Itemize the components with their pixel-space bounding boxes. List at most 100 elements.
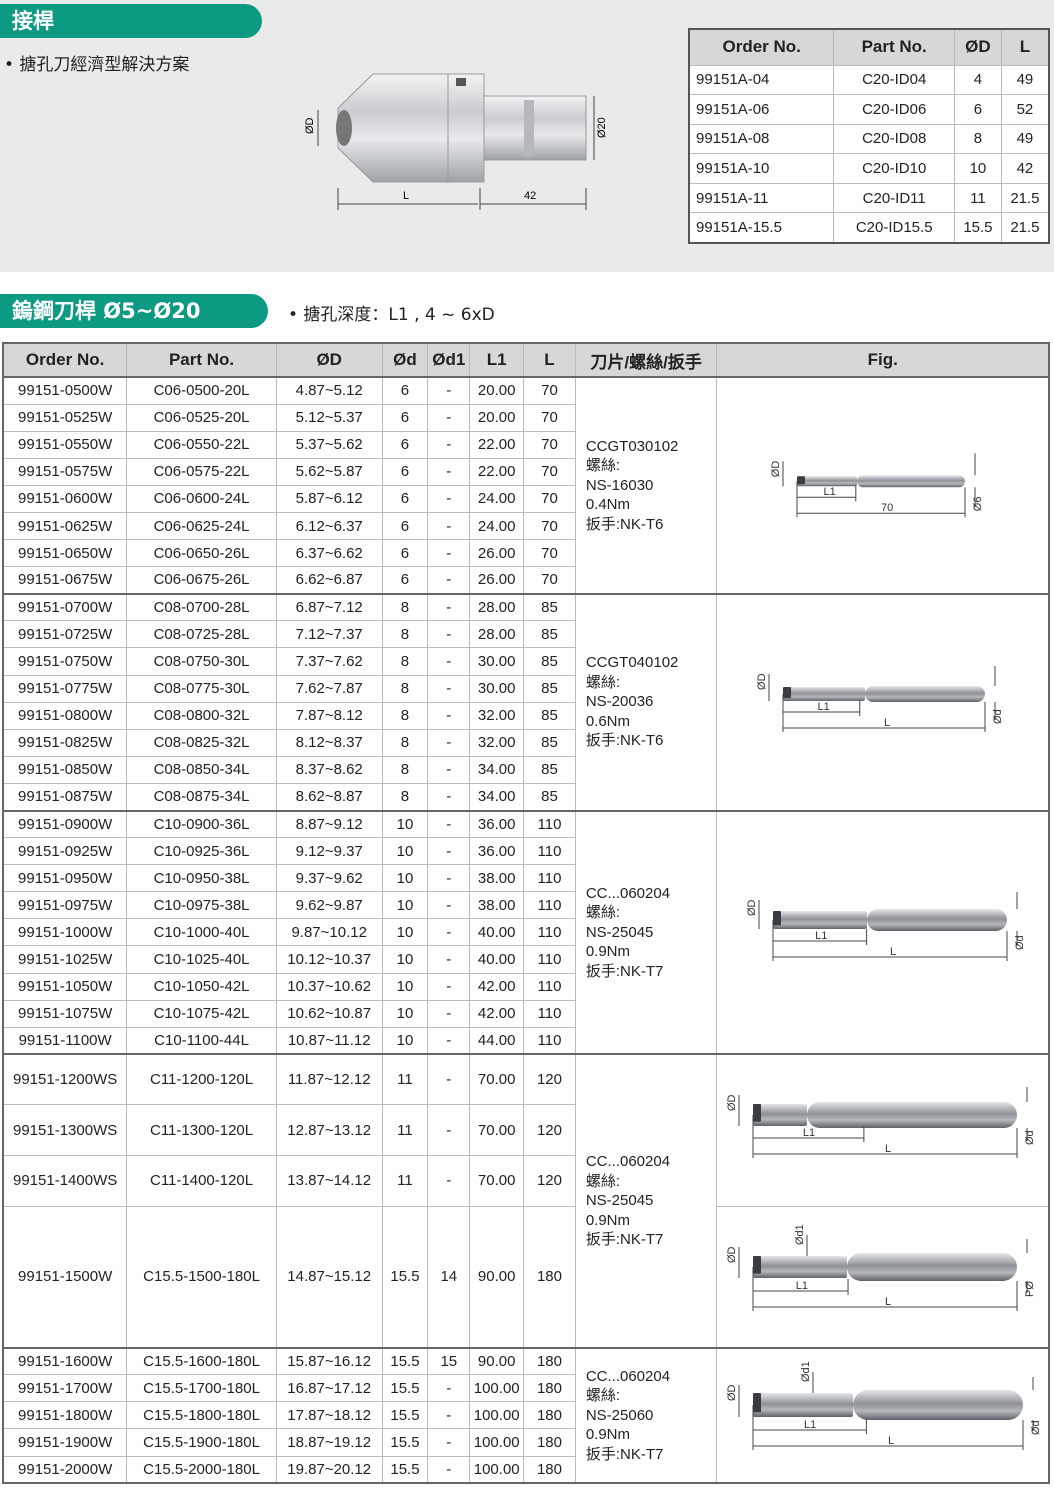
info-line: 扳手:NK-T7 [585,1445,664,1463]
table-cell: 10 [381,918,429,947]
table-cell: 14.87~15.12 [275,1205,383,1349]
table-cell: 28.00 [469,620,525,649]
table-cell: 99151-1700W [2,1374,128,1403]
table-cell: 8 [953,123,1002,155]
table-cell: C08-0725-28L [126,620,277,649]
table-cell: 52 [1000,94,1050,125]
section-title-boring-bar: 鎢鋼刀桿 Ø5~Ø20 [0,294,268,328]
table-row: 99151A-04 C20-ID04 4 49 [688,64,1050,96]
table-row: 99151-1600W C15.5-1600-180L 15.87~16.12 15.… [2,1346,1050,1484]
table-cell: 9.37~9.62 [275,864,383,893]
table-cell: 32.00 [469,701,525,730]
spec-header-cell: L [523,342,576,378]
table-cell: - [427,674,471,703]
table-cell: 18.87~19.12 [275,1428,383,1457]
table-cell: 15 [427,1346,471,1376]
info-line: CC...060204 [585,1153,671,1171]
insert-screw-wrench-info: CC...060204 螺絲: NS-25060 0.9Nm 扳手:NK-T7 [574,1346,718,1484]
table-cell: 70 [523,484,576,513]
boring-bar-drawing: ØD Ød L1 L [726,1087,1036,1159]
table-cell: C08-0875-34L [126,782,277,812]
table-cell: 11 [381,1104,429,1157]
info-line: 扳手:NK-T7 [585,962,664,980]
table-cell: C08-0750-30L [126,647,277,676]
table-cell: 14 [427,1205,471,1349]
table-cell: 99151-0675W [2,566,128,595]
table-cell: - [427,1053,471,1106]
table-cell: 85 [523,755,576,784]
table-cell: 21.5 [1000,212,1050,244]
table-cell: - [427,1026,471,1055]
table-cell: - [427,945,471,974]
boring-bar-drawing: ØD Ød L1 L Ød1 [726,1361,1042,1450]
table-cell: 99151A-06 [688,94,835,125]
boring-bar-drawing: ØD PØ L1 L Ød1 [726,1224,1036,1311]
table-cell: 12.87~13.12 [275,1104,383,1157]
table-cell: 9.62~9.87 [275,891,383,920]
table-cell: 99151-0750W [2,647,128,676]
table-cell: 5.37~5.62 [275,430,383,459]
table-cell: - [427,755,471,784]
section-title-adapter: 接桿 [0,4,262,38]
table-cell: 8.62~8.87 [275,782,383,812]
info-line: 螺絲: [585,1387,620,1405]
table-cell: 70 [523,430,576,459]
insert-screw-wrench-info: CCGT030102 螺絲: NS-16030 0.4Nm 扳手:NK-T6 [574,376,718,595]
table-cell: 5.62~5.87 [275,457,383,486]
table-cell: 99151-0775W [2,674,128,703]
table-cell: 10.12~10.37 [275,945,383,974]
table-cell: 100.00 [469,1455,525,1484]
table-row: 99151-1500W C15.5-1500-180L 14.87~15.12 15.… [2,1205,1050,1349]
table-cell: 8.87~9.12 [275,809,383,839]
table-cell: 6 [953,94,1002,125]
table-cell: 10 [381,891,429,920]
table-cell: 70 [523,375,576,405]
table-cell: - [427,1374,471,1403]
table-cell: 15.5 [381,1205,429,1349]
table-cell: 100.00 [469,1401,525,1430]
table-cell: 49 [1000,64,1050,96]
table-cell: C06-0600-24L [126,484,277,513]
table-cell: - [427,620,471,649]
dim-label-l1: L1 [816,930,828,942]
info-line: 0.9Nm [585,1211,631,1229]
table-cell: 99151-0525W [2,403,128,432]
table-cell: 24.00 [469,484,525,513]
table-cell: - [427,837,471,866]
table-cell: 110 [523,891,576,920]
table-cell: 180 [523,1428,576,1457]
table-row: 99151A-06 C20-ID06 6 52 [688,94,1050,125]
table-cell: - [427,430,471,459]
table-cell: 10 [953,153,1002,184]
table-cell: C20-ID10 [833,153,955,184]
table-cell: C20-ID15.5 [833,212,955,244]
table-cell: 8 [381,755,429,784]
dim-label-shank-diameter: PØ [1024,1280,1036,1296]
table-cell: 7.37~7.62 [275,647,383,676]
table-cell: C10-0950-38L [126,864,277,893]
table-cell: 10 [381,999,429,1028]
table-cell: 85 [523,728,576,757]
table-cell: 22.00 [469,430,525,459]
spec-header-cell: Fig. [716,342,1050,378]
table-cell: 99151-1075W [2,999,128,1028]
table-cell: 85 [523,647,576,676]
table-cell: C20-ID11 [833,182,955,214]
table-cell: - [427,782,471,812]
dim-label-length: L [884,717,890,729]
table-cell: C10-0925-36L [126,837,277,866]
table-cell: 180 [523,1346,576,1376]
table-cell: 70.00 [469,1104,525,1157]
table-cell: C08-0825-32L [126,728,277,757]
table-cell: 20.00 [469,403,525,432]
table-cell: - [427,403,471,432]
table-cell: 26.00 [469,566,525,595]
dim-label-length: L [885,1143,891,1155]
dim-label-l1: L1 [818,701,830,713]
table-row: 99151A-10 C20-ID10 10 42 [688,153,1050,184]
table-cell: C10-0900-36L [126,809,277,839]
dim-label-od: ØD [746,900,758,917]
table-cell: 110 [523,864,576,893]
info-line: CCGT030102 [585,437,679,455]
boring-bar-spec-table: Order No. Part No. ØD Ød Ød1 L1 L 刀片/螺絲/扳手 Fig. … [2,342,1050,1485]
